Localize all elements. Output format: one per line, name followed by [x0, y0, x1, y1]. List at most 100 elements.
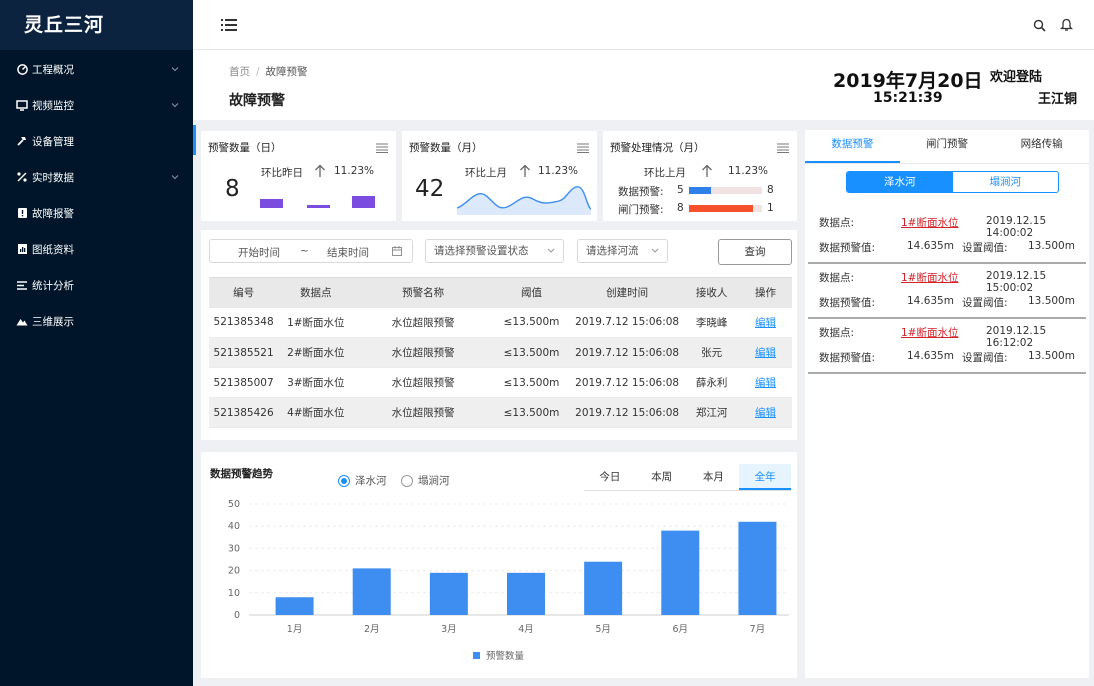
cell-created: 2019.7.12 15:06:08 — [570, 367, 685, 398]
arrow-up-icon — [315, 164, 325, 177]
date-range-picker[interactable]: 开始时间 ~ 结束时间 — [209, 239, 413, 263]
col-header[interactable]: 预警名称 — [353, 277, 493, 308]
col-header[interactable]: 编号 — [209, 277, 279, 308]
sidebar-item-3d[interactable]: 三维展示 — [0, 303, 193, 339]
cell-action: 编辑 — [739, 397, 792, 428]
sidebar-item-label: 图纸资料 — [32, 243, 74, 256]
col-header[interactable]: 操作 — [739, 277, 792, 308]
start-time-input[interactable]: 开始时间 — [238, 245, 280, 260]
col-header[interactable]: 接收人 — [684, 277, 740, 308]
threshold-label: 设置阈值: — [962, 352, 1008, 364]
x-tick-label: 3月 — [441, 624, 457, 635]
river-select[interactable]: 请选择河流 — [577, 239, 668, 263]
end-time-input[interactable]: 结束时间 — [327, 245, 369, 260]
card-title: 预警数量（日） — [208, 142, 282, 154]
segment-zeshui[interactable]: 泽水河 — [847, 172, 953, 192]
right-alert-panel: 数据预警 闸门预警 网络传输 泽水河 塌涧河 数据点: 1#断面水位 2019.… — [805, 130, 1089, 678]
handling-row-data: 数据预警: 5 8 — [618, 184, 794, 198]
point-label: 数据点: — [819, 327, 855, 339]
x-tick-label: 4月 — [518, 624, 534, 635]
sidebar-item-label: 工程概况 — [32, 63, 74, 76]
list-menu-icon[interactable] — [376, 143, 388, 153]
alert-icon — [16, 207, 28, 219]
x-tick-label: 5月 — [595, 624, 611, 635]
bell-icon[interactable] — [1060, 18, 1073, 32]
river-select-placeholder: 请选择河流 — [586, 245, 639, 257]
cell-created: 2019.7.12 15:06:08 — [570, 397, 685, 428]
bar — [584, 561, 623, 615]
warning-table-panel: 编号 数据点 预警名称 阈值 创建时间 接收人 操作 521385348 1#断… — [201, 270, 797, 440]
cell-threshold: ≤13.500m — [492, 367, 571, 398]
x-tick-label: 1月 — [287, 624, 303, 635]
col-header[interactable]: 数据点 — [278, 277, 354, 308]
col-header[interactable]: 阈值 — [492, 277, 571, 308]
daily-warning-count: 8 — [225, 176, 240, 202]
chevron-down-icon — [171, 67, 179, 72]
cell-name: 水位超限预警 — [353, 397, 493, 428]
sidebar-item-drawings[interactable]: 图纸资料 — [0, 231, 193, 267]
search-icon[interactable] — [1033, 19, 1046, 32]
user-name: 王江铜 — [1037, 92, 1077, 107]
alert-item[interactable]: 数据点: 1#断面水位 2019.12.15 16:12:02 数据预警值: 1… — [808, 319, 1086, 374]
cell-receiver: 薛永利 — [684, 367, 740, 398]
river-segmented-control: 泽水河 塌涧河 — [846, 171, 1059, 193]
sidebar-item-statistics[interactable]: 统计分析 — [0, 267, 193, 303]
alert-item[interactable]: 数据点: 1#断面水位 2019.12.15 14:00:02 数据预警值: 1… — [808, 209, 1086, 264]
sidebar-item-overview[interactable]: 工程概况 — [0, 51, 193, 87]
sidebar-item-label: 实时数据 — [32, 171, 74, 184]
cell-id: 521385007 — [209, 367, 279, 398]
cell-name: 水位超限预警 — [353, 367, 493, 398]
sidebar-item-label: 设备管理 — [32, 135, 74, 148]
tab-network[interactable]: 网络传输 — [994, 130, 1089, 163]
chevron-down-icon — [171, 175, 179, 180]
progress-track — [689, 187, 762, 194]
breadcrumb-home[interactable]: 首页 — [229, 66, 250, 78]
row-label: 数据预警: — [618, 186, 664, 198]
edit-link[interactable]: 编辑 — [755, 377, 776, 389]
tab-data-warning[interactable]: 数据预警 — [805, 130, 900, 163]
alert-time: 2019.12.15 15:00:02 — [986, 270, 1047, 294]
cell-name: 水位超限预警 — [353, 307, 493, 338]
cell-id: 521385426 — [209, 397, 279, 428]
sidebar-item-devices[interactable]: 设备管理 — [0, 123, 193, 159]
alert-item[interactable]: 数据点: 1#断面水位 2019.12.15 15:00:02 数据预警值: 1… — [808, 264, 1086, 319]
edit-link[interactable]: 编辑 — [755, 317, 776, 329]
tab-gate-warning[interactable]: 闸门预警 — [900, 130, 995, 163]
calendar-icon[interactable] — [392, 246, 402, 256]
sidebar-item-label: 三维展示 — [32, 315, 74, 328]
sidebar-item-label: 故障报警 — [32, 207, 74, 220]
cell-point: 1#断面水位 — [278, 307, 354, 338]
list-icon — [16, 279, 28, 291]
mini-bar-chart — [260, 196, 375, 208]
cell-created: 2019.7.12 15:06:08 — [570, 337, 685, 368]
segment-tajian[interactable]: 塌涧河 — [953, 172, 1059, 192]
mini-area-chart — [457, 186, 591, 215]
edit-link[interactable]: 编辑 — [755, 347, 776, 359]
cell-threshold: ≤13.500m — [492, 337, 571, 368]
point-link[interactable]: 1#断面水位 — [901, 270, 958, 285]
sidebar-item-fault-alarm[interactable]: 故障报警 — [0, 195, 193, 231]
list-menu-icon[interactable] — [577, 143, 589, 153]
breadcrumb-separator: / — [256, 66, 260, 78]
bar — [661, 530, 700, 615]
query-button[interactable]: 查询 — [718, 239, 792, 265]
sidebar-item-realtime[interactable]: 实时数据 — [0, 159, 193, 195]
compare-label: 环比上月 — [465, 167, 507, 179]
point-link[interactable]: 1#断面水位 — [901, 325, 958, 340]
compare-label: 环比上月 — [644, 167, 686, 179]
col-header[interactable]: 创建时间 — [570, 277, 685, 308]
handling-row-gate: 闸门预警: 8 1 — [618, 202, 794, 216]
point-link[interactable]: 1#断面水位 — [901, 215, 958, 230]
menu-toggle-icon[interactable] — [221, 18, 237, 32]
table-row: 521385348 1#断面水位 水位超限预警 ≤13.500m 2019.7.… — [209, 307, 792, 338]
status-select[interactable]: 请选择预警设置状态 — [425, 239, 564, 263]
list-menu-icon[interactable] — [777, 143, 789, 153]
value-label: 数据预警值: — [819, 297, 876, 309]
y-tick-label: 20 — [228, 566, 240, 577]
current-date: 2019年7月20日 — [833, 70, 983, 92]
sidebar: 灵丘三河 工程概况 视频监控 设备管理 实时数据 故障报警 图纸资料 统计分析 … — [0, 0, 193, 686]
monthly-warning-count: 42 — [415, 176, 445, 202]
sidebar-item-video[interactable]: 视频监控 — [0, 87, 193, 123]
app-logo: 灵丘三河 — [0, 0, 193, 50]
edit-link[interactable]: 编辑 — [755, 407, 776, 419]
